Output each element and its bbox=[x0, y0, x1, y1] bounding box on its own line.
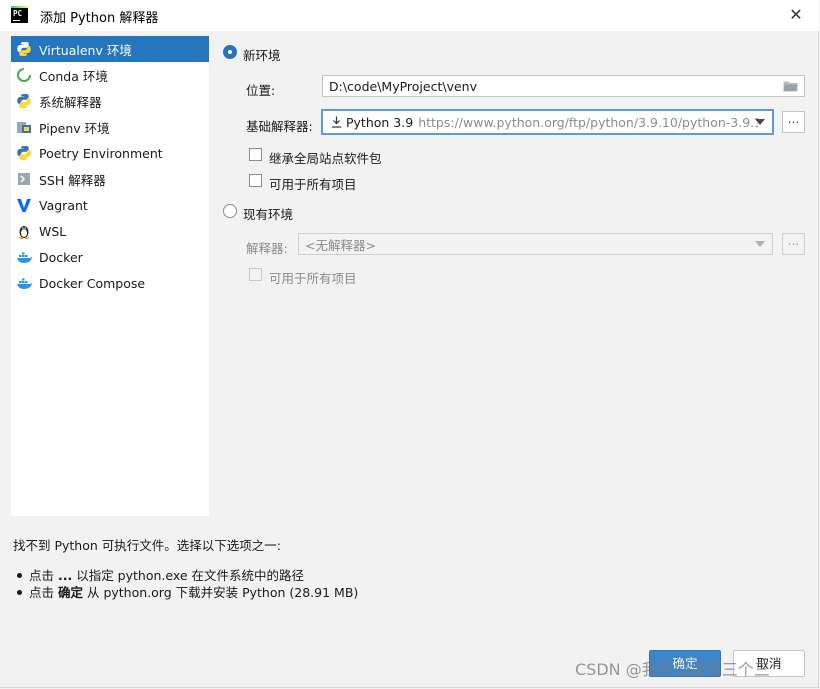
existing-available-all-projects-checkbox[interactable] bbox=[249, 268, 262, 281]
sidebar-item-poetry[interactable]: Poetry Environment bbox=[11, 140, 209, 166]
browse-interpreter-button[interactable]: ... bbox=[782, 111, 805, 133]
sidebar-item-wsl[interactable]: WSL bbox=[11, 218, 209, 244]
error-message-header: 找不到 Python 可执行文件。选择以下选项之一: bbox=[13, 538, 281, 553]
conda-icon bbox=[16, 67, 32, 83]
existing-env-radio[interactable] bbox=[223, 204, 237, 218]
inherit-global-packages-checkbox[interactable] bbox=[249, 148, 262, 161]
chevron-down-icon bbox=[755, 241, 765, 247]
hint-line-2: 点击 确定 从 python.org 下载并安装 Python (28.91 M… bbox=[17, 582, 358, 601]
available-all-projects-checkbox[interactable] bbox=[249, 174, 262, 187]
location-value: D:\code\MyProject\venv bbox=[329, 78, 477, 94]
vagrant-icon bbox=[16, 197, 32, 213]
existing-available-all-projects-label: 可用于所有项目 bbox=[269, 271, 357, 286]
python-download-url: https://www.python.org/ftp/python/3.9.10… bbox=[418, 114, 759, 130]
window-title: 添加 Python 解释器 bbox=[40, 11, 159, 26]
location-input[interactable]: D:\code\MyProject\venv bbox=[322, 75, 805, 97]
sidebar-item-label: SSH 解释器 bbox=[39, 172, 106, 188]
new-env-label: 新环境 bbox=[243, 48, 281, 63]
pipenv-icon bbox=[16, 119, 32, 135]
existing-env-label: 现有环境 bbox=[243, 207, 294, 222]
folder-icon[interactable] bbox=[783, 80, 798, 95]
python-icon bbox=[16, 93, 32, 109]
browse-existing-interpreter-button[interactable]: ... bbox=[782, 233, 805, 255]
location-label: 位置: bbox=[246, 83, 276, 98]
sidebar-item-docker-compose[interactable]: Docker Compose bbox=[11, 270, 209, 296]
watermark: CSDN @我的口袋有三个三 bbox=[575, 660, 770, 679]
sidebar-item-conda[interactable]: Conda 环境 bbox=[11, 62, 209, 88]
python-icon bbox=[16, 145, 32, 161]
interpreter-label: 解释器: bbox=[246, 241, 288, 256]
sidebar-item-label: Poetry Environment bbox=[39, 145, 163, 161]
base-interpreter-dropdown[interactable]: Python 3.9 https://www.python.org/ftp/py… bbox=[321, 109, 774, 135]
new-env-radio[interactable] bbox=[223, 45, 237, 59]
python-version: Python 3.9 bbox=[346, 114, 414, 130]
sidebar-item-label: Docker Compose bbox=[39, 275, 146, 291]
ssh-icon bbox=[16, 171, 32, 187]
sidebar-item-vagrant[interactable]: Vagrant bbox=[11, 192, 209, 218]
sidebar-item-label: Docker bbox=[39, 249, 83, 265]
interpreter-value: <无解释器> bbox=[305, 237, 376, 253]
existing-interpreter-dropdown[interactable]: <无解释器> bbox=[298, 233, 773, 255]
linux-penguin-icon bbox=[16, 223, 32, 239]
python-icon bbox=[16, 41, 32, 57]
sidebar-item-docker[interactable]: Docker bbox=[11, 244, 209, 270]
docker-icon bbox=[16, 275, 32, 291]
interpreter-type-list: Virtualenv 环境 Conda 环境 系统解释器 Pipenv 环境 P… bbox=[11, 36, 209, 516]
sidebar-item-pipenv[interactable]: Pipenv 环境 bbox=[11, 114, 209, 140]
sidebar-item-virtualenv[interactable]: Virtualenv 环境 bbox=[11, 36, 209, 62]
pycharm-logo-icon: PC bbox=[11, 6, 28, 23]
sidebar-item-system-interpreter[interactable]: 系统解释器 bbox=[11, 88, 209, 114]
chevron-down-icon bbox=[755, 119, 765, 125]
available-all-projects-label: 可用于所有项目 bbox=[269, 177, 357, 192]
sidebar-item-label: Conda 环境 bbox=[39, 68, 108, 84]
sidebar-item-label: WSL bbox=[39, 223, 67, 239]
sidebar-item-label: Vagrant bbox=[39, 197, 88, 213]
bullet-icon bbox=[17, 590, 22, 595]
sidebar-item-ssh[interactable]: SSH 解释器 bbox=[11, 166, 209, 192]
sidebar-item-label: Pipenv 环境 bbox=[39, 120, 110, 136]
close-icon[interactable]: ✕ bbox=[785, 5, 807, 25]
download-icon bbox=[323, 116, 342, 128]
add-python-interpreter-dialog: PC 添加 Python 解释器 ✕ Virtualenv 环境 Conda 环… bbox=[0, 0, 819, 688]
docker-icon bbox=[16, 249, 32, 265]
title-bar: PC 添加 Python 解释器 ✕ bbox=[0, 0, 819, 31]
sidebar-item-label: 系统解释器 bbox=[39, 94, 102, 110]
base-interpreter-label: 基础解释器: bbox=[246, 119, 313, 134]
bullet-icon bbox=[17, 573, 22, 578]
sidebar-item-label: Virtualenv 环境 bbox=[39, 42, 132, 58]
inherit-global-packages-label: 继承全局站点软件包 bbox=[269, 151, 382, 166]
